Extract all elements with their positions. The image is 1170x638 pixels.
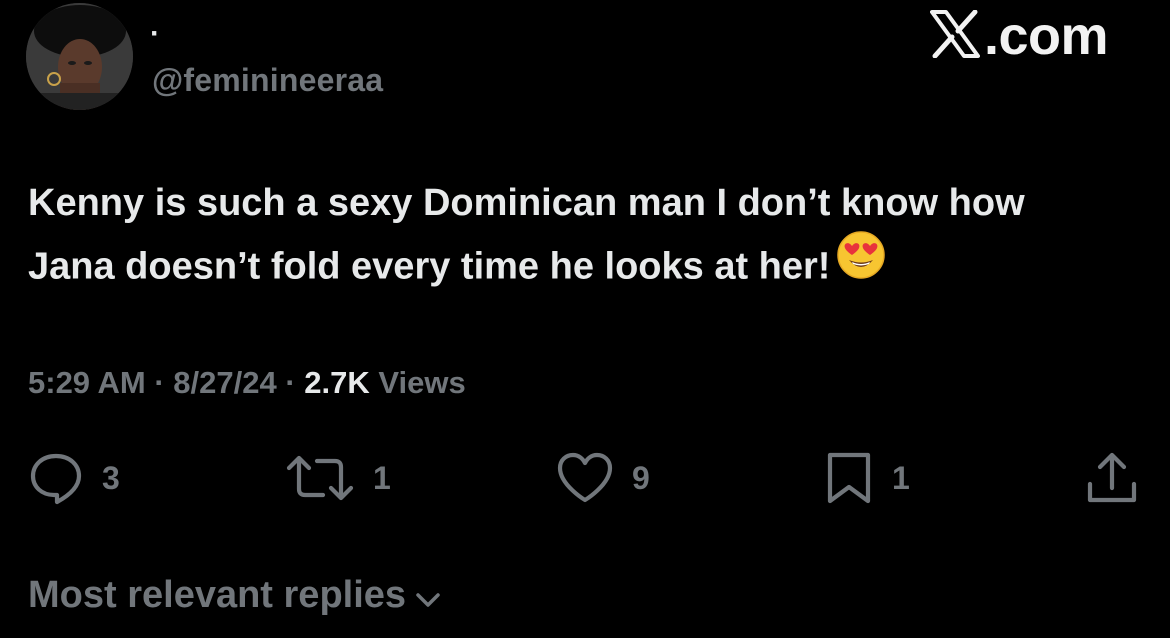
action-bar: 3 1 9 1 bbox=[0, 448, 1170, 508]
replies-sort-dropdown[interactable]: Most relevant replies bbox=[28, 568, 442, 622]
share-button[interactable] bbox=[1084, 448, 1140, 508]
author-handle[interactable]: @feminineeraa bbox=[152, 58, 383, 102]
like-button[interactable]: 9 bbox=[556, 448, 650, 508]
heart-eyes-emoji-icon bbox=[836, 230, 886, 299]
x-com-watermark: .com bbox=[930, 6, 1109, 66]
like-count: 9 bbox=[632, 459, 650, 496]
tweet-text: Kenny is such a sexy Dominican man I don… bbox=[28, 172, 1148, 303]
reply-icon bbox=[28, 451, 84, 505]
repost-count: 1 bbox=[373, 459, 391, 496]
bookmark-button[interactable]: 1 bbox=[824, 448, 910, 508]
repost-button[interactable]: 1 bbox=[285, 448, 391, 508]
bookmark-icon bbox=[824, 450, 874, 506]
avatar[interactable] bbox=[26, 3, 133, 110]
reply-count: 3 bbox=[102, 459, 120, 496]
bookmark-count: 1 bbox=[892, 459, 910, 496]
views-label[interactable]: Views bbox=[370, 365, 465, 400]
share-icon bbox=[1084, 450, 1140, 506]
tweet-text-fragment: Jana doesn’t fold every time he looks at… bbox=[28, 245, 831, 288]
meta-separator: · bbox=[145, 365, 174, 400]
display-name[interactable]: · bbox=[150, 14, 160, 54]
replies-sort-label: Most relevant replies bbox=[28, 574, 407, 616]
views-count[interactable]: 2.7K bbox=[304, 365, 369, 400]
tweet-meta: 5:29 AM · 8/27/24 · 2.7K Views bbox=[28, 362, 466, 404]
tweet-time: 5:29 AM bbox=[28, 365, 146, 400]
chevron-down-icon bbox=[414, 574, 442, 622]
heart-icon bbox=[556, 451, 614, 505]
x-logo-icon bbox=[930, 9, 980, 63]
watermark-text: .com bbox=[984, 6, 1109, 66]
meta-separator: · bbox=[276, 365, 305, 400]
tweet-date: 8/27/24 bbox=[173, 365, 277, 400]
reply-button[interactable]: 3 bbox=[28, 448, 120, 508]
repost-icon bbox=[285, 451, 355, 505]
tweet-text-line: Kenny is such a sexy Dominican man I don… bbox=[28, 182, 1025, 224]
tweet-text-line: Jana doesn’t fold every time he looks at… bbox=[28, 231, 1148, 303]
